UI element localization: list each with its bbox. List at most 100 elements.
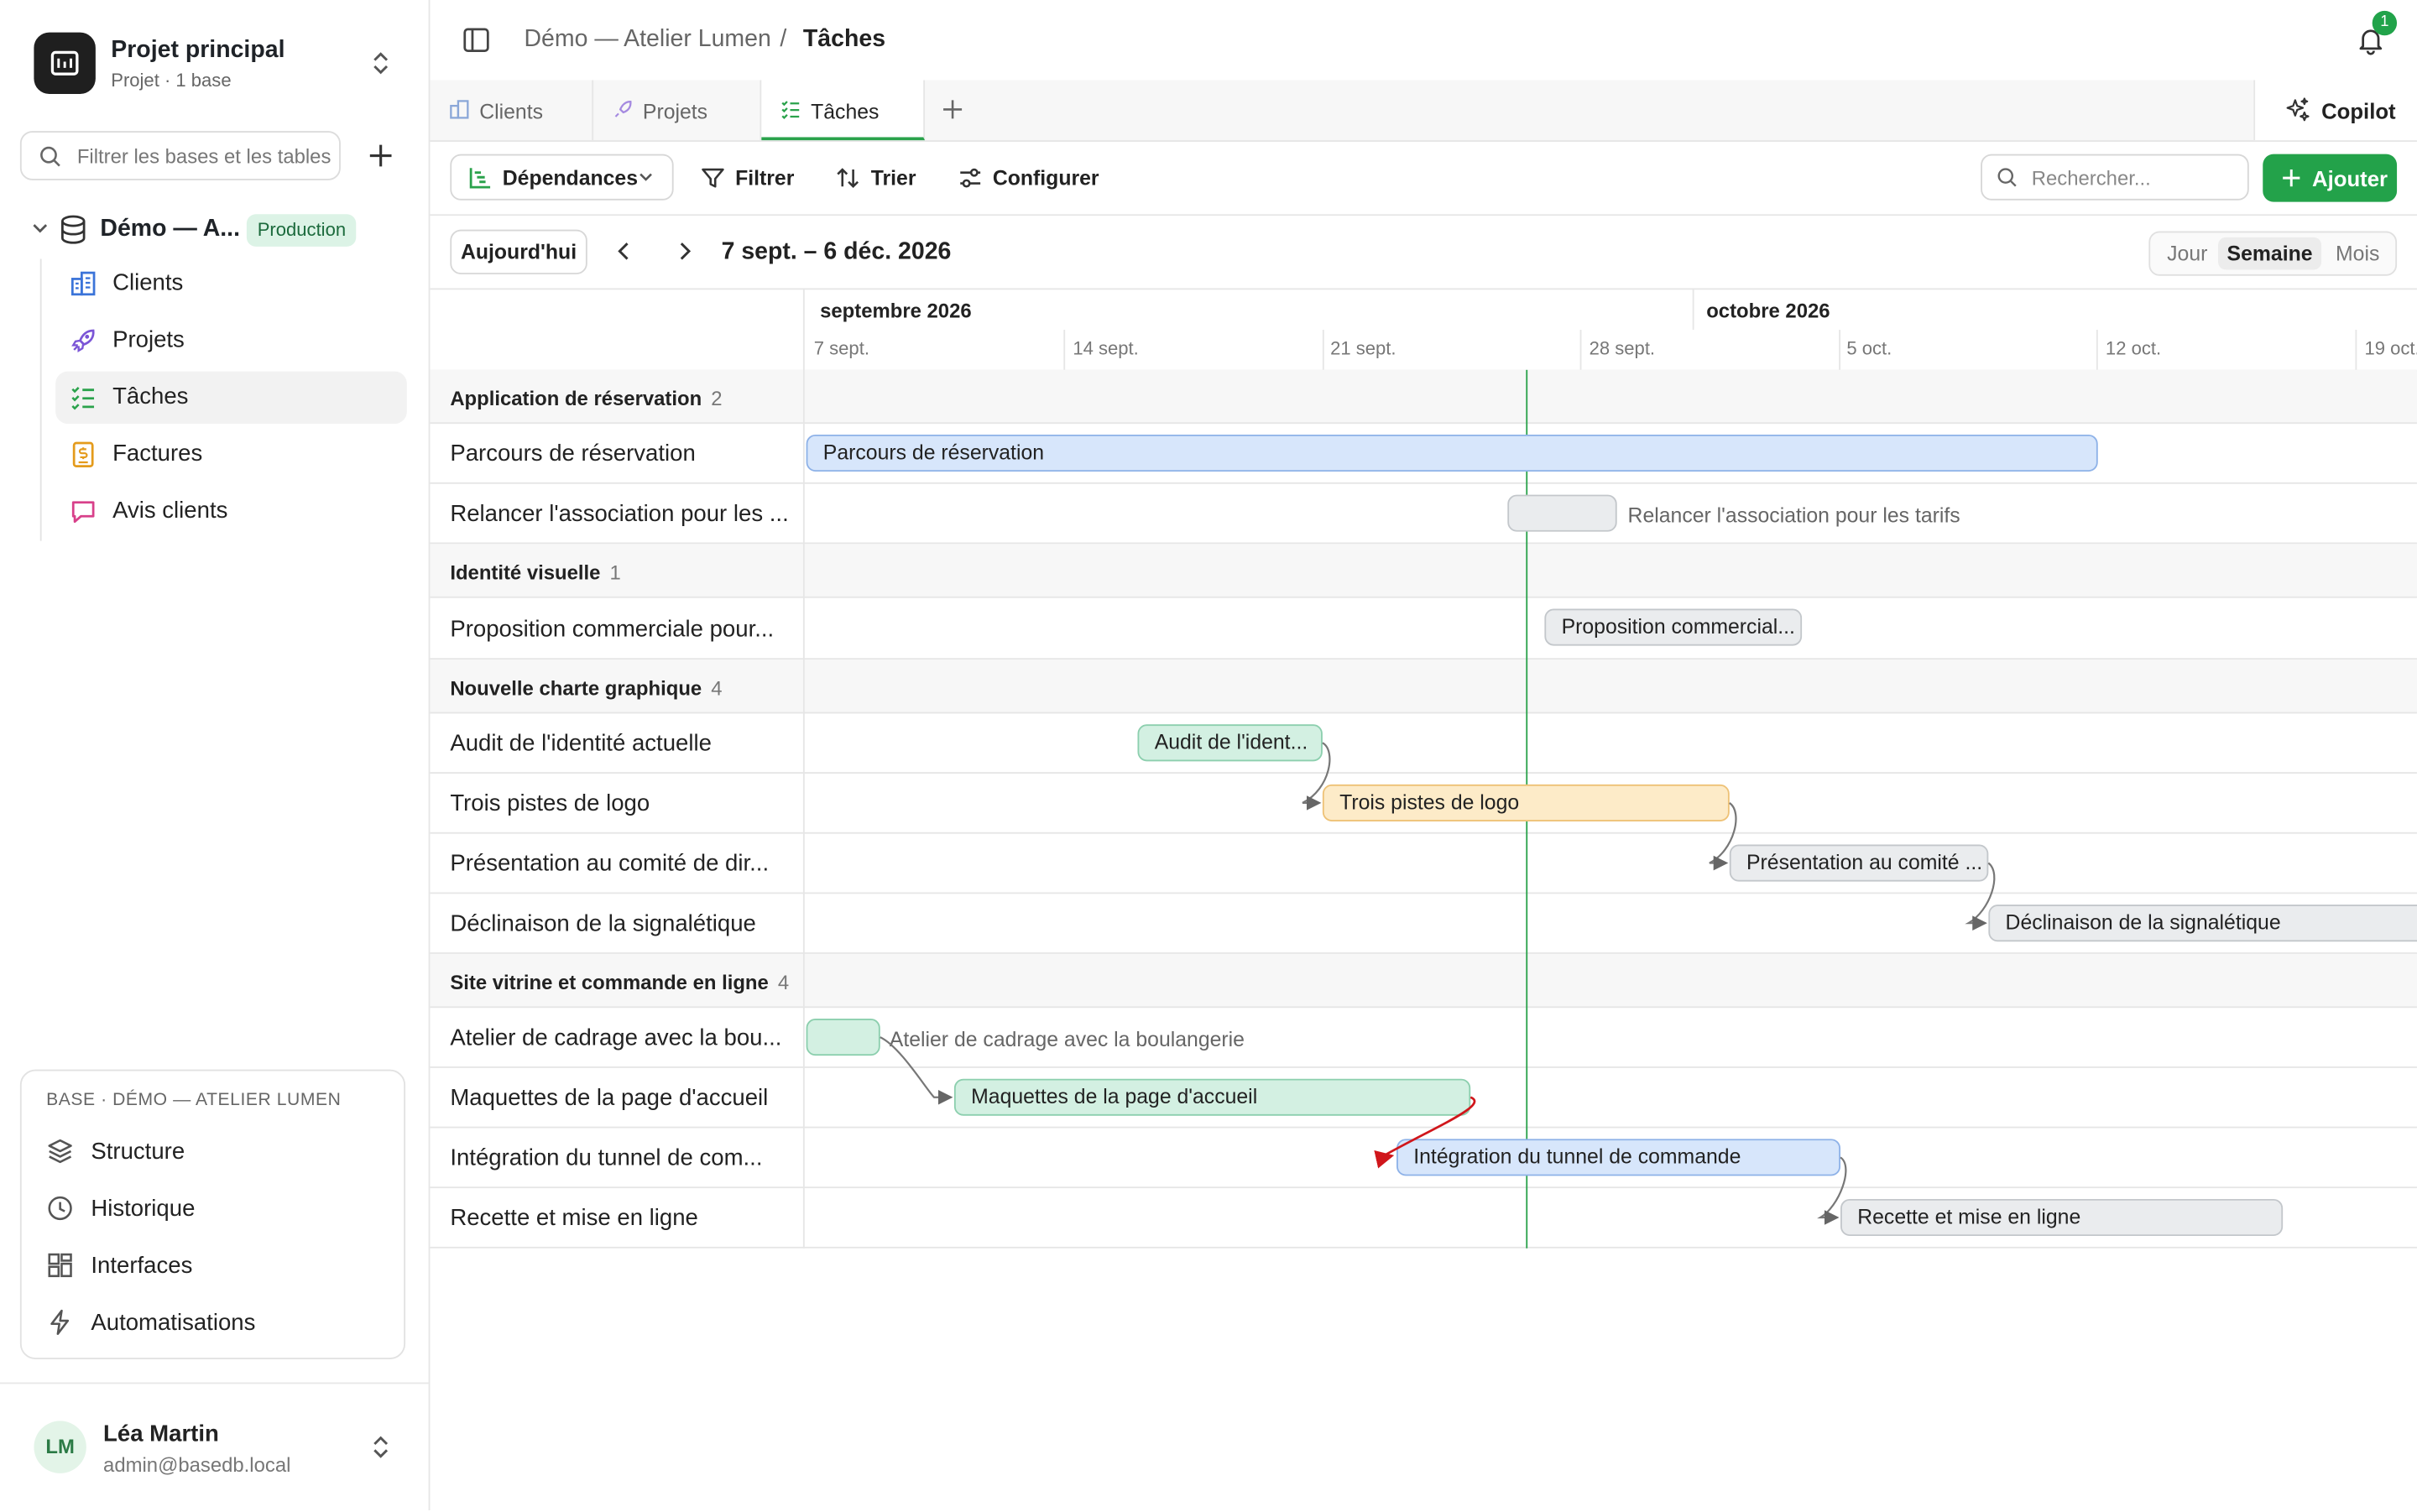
configure-label: Configurer [992,166,1099,190]
scale-month-button[interactable]: Mois [2323,237,2393,270]
sort-icon [835,166,859,190]
chevron-down-icon [638,169,653,185]
add-base-plus-icon[interactable] [365,140,396,171]
top-bar: Démo — Atelier Lumen / Tâches 1 [430,0,2417,82]
tab-label: Tâches [811,100,880,123]
base-menu-structure[interactable]: Structure [34,1128,391,1177]
project-subtitle: Projet · 1 base [111,69,232,91]
main-area: Démo — Atelier Lumen / Tâches 1 Clients … [430,0,2417,1510]
base-menu-historique[interactable]: Historique [34,1185,391,1234]
environment-badge: Production [246,214,357,247]
tab-taches[interactable]: Tâches [761,80,926,141]
view-selector-label: Dépendances [502,166,639,190]
add-record-button[interactable]: Ajouter [2263,154,2398,202]
base-menu-label: Historique [91,1196,196,1223]
tree-guide [39,258,42,541]
configure-button[interactable]: Configurer [958,156,1106,199]
sliders-icon [958,166,982,190]
clock-icon [46,1194,74,1222]
add-record-label: Ajouter [2312,166,2388,191]
dependency-arrow [1302,742,1331,811]
plus-icon [2281,168,2301,188]
base-menu-label: Automatisations [91,1310,256,1337]
sidebar-item-clients[interactable]: Clients [55,258,407,310]
project-logo-icon [34,32,96,95]
tab-clients[interactable]: Clients [430,80,594,141]
sort-button[interactable]: Trier [835,156,921,199]
sidebar-item-label: Avis clients [112,498,228,524]
time-scale-switcher: Jour Semaine Mois [2148,231,2398,276]
base-menu-card: BASE · DÉMO — ATELIER LUMEN Structure Hi… [19,1069,406,1359]
rocket-icon [70,326,97,354]
base-menu-label: Interfaces [91,1253,193,1280]
layers-icon [46,1137,74,1165]
base-tree-item[interactable]: Démo — A... [31,211,416,248]
invoice-icon [70,441,97,468]
filter-bases-field[interactable] [19,131,341,180]
user-name: Léa Martin [103,1421,219,1447]
copilot-button[interactable]: Copilot [2253,80,2417,141]
base-menu-automatisations[interactable]: Automatisations [34,1299,391,1348]
user-menu[interactable]: LM Léa Martin admin@basedb.local [0,1382,429,1512]
scale-week-button[interactable]: Semaine [2218,237,2322,270]
gantt-view-icon [468,166,492,190]
chevron-right-icon[interactable] [674,241,696,263]
breadcrumb-table: Tâches [802,26,886,53]
add-tab-plus-icon[interactable] [942,99,963,121]
tab-label: Clients [479,100,544,123]
date-range-label: 7 sept. – 6 déc. 2026 [721,238,952,265]
search-input[interactable] [2028,164,2243,191]
building-icon [70,269,97,297]
dependency-arrows [880,742,1996,1225]
tab-projets[interactable]: Projets [593,80,762,141]
search-icon [1997,166,2018,188]
filter-label: Filtrer [735,166,795,190]
sidebar-item-projets[interactable]: Projets [55,315,407,367]
filter-icon [702,166,725,190]
tab-label: Projets [642,100,708,123]
sidebar-item-label: Factures [112,441,203,467]
dependency-arrow [1817,1156,1847,1225]
user-email: admin@basedb.local [103,1453,291,1477]
filter-button[interactable]: Filtrer [702,156,801,199]
scale-day-button[interactable]: Jour [2157,237,2218,270]
chevron-down-icon[interactable] [31,219,50,237]
chat-icon [70,498,97,525]
sidebar-item-factures[interactable]: Factures [55,429,407,481]
table-tabs: Clients Projets Tâches Copilot [430,80,2417,142]
checklist-icon [70,383,97,411]
sidebar-item-label: Clients [112,269,184,296]
rocket-icon [612,99,634,121]
base-menu-label: Structure [91,1139,185,1165]
breadcrumb-base[interactable]: Démo — Atelier Lumen [524,26,770,54]
dependency-arrow [880,1036,953,1105]
chevron-up-down-icon[interactable] [367,48,394,79]
sidebar-item-taches[interactable]: Tâches [55,371,407,425]
chevron-up-down-icon[interactable] [367,1431,394,1462]
sidebar-item-avis-clients[interactable]: Avis clients [55,486,407,538]
breadcrumb-separator: / [780,26,787,53]
sidebar-item-label: Tâches [112,383,189,410]
sidebar-toggle-icon[interactable] [462,26,490,54]
notification-count-badge: 1 [2372,10,2398,36]
sparkles-icon [2284,97,2310,123]
project-title[interactable]: Projet principal [111,37,285,65]
checklist-icon [780,99,801,121]
sort-label: Trier [870,166,916,190]
copilot-label: Copilot [2321,98,2396,123]
view-selector-button[interactable]: Dépendances [450,154,674,201]
base-card-heading: BASE · DÉMO — ATELIER LUMEN [46,1091,342,1110]
today-button[interactable]: Aujourd'hui [450,229,587,274]
filter-bases-input[interactable] [74,143,340,170]
search-field[interactable] [1981,154,2249,201]
database-icon [59,214,88,245]
date-navigation-bar: Aujourd'hui 7 sept. – 6 déc. 2026 Jour S… [430,214,2417,290]
chevron-left-icon[interactable] [613,241,635,263]
sidebar: Projet principal Projet · 1 base Démo — … [0,0,431,1512]
view-toolbar: Dépendances Filtrer Trier Configurer Rec… [430,140,2417,216]
sidebar-item-label: Projets [112,326,185,353]
building-icon [448,99,470,121]
grid-icon [46,1251,74,1279]
base-menu-interfaces[interactable]: Interfaces [34,1242,391,1291]
base-name: Démo — A... [100,216,241,242]
